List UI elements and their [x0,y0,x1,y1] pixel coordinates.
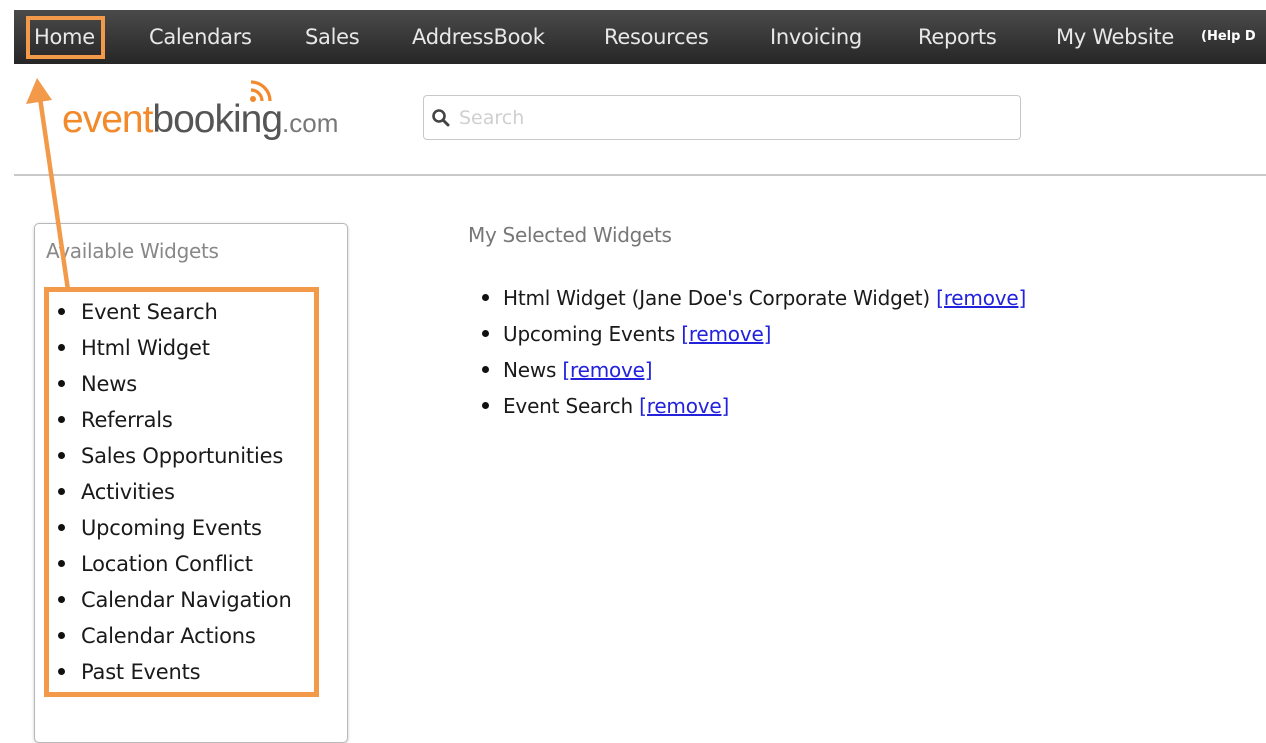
widget-label: Referrals [81,408,173,432]
list-item[interactable]: Html Widget [54,332,292,368]
list-item[interactable]: Sales Opportunities [54,440,292,476]
nav-resources[interactable]: Resources [604,10,709,64]
bullet-icon [58,487,65,495]
search-box [423,95,1021,140]
widget-label: Activities [81,480,175,504]
selected-widget-label: News [503,358,557,382]
remove-link[interactable]: [remove] [681,322,771,346]
bullet-icon [58,451,65,459]
remove-link[interactable]: [remove] [936,286,1026,310]
list-item: Event Search [remove] [478,390,1026,426]
available-widgets-list: Event Search Html Widget News Referrals … [54,296,292,692]
logo-part-com: .com [282,108,339,138]
bullet-icon [58,523,65,531]
search-input[interactable] [457,102,1011,134]
widget-label: Location Conflict [81,552,253,576]
widget-label: Upcoming Events [81,516,262,540]
list-item[interactable]: Upcoming Events [54,512,292,548]
list-item: News [remove] [478,354,1026,390]
bullet-icon [58,631,65,639]
bullet-icon [482,294,489,301]
bullet-icon [482,330,489,337]
list-item[interactable]: Referrals [54,404,292,440]
nav-invoicing[interactable]: Invoicing [770,10,862,64]
widget-label: Sales Opportunities [81,444,284,468]
selected-widget-label: Html Widget (Jane Doe's Corporate Widget… [503,286,930,310]
selected-widget-label: Upcoming Events [503,322,676,346]
bullet-icon [58,343,65,351]
list-item[interactable]: Past Events [54,656,292,692]
bullet-icon [58,667,65,675]
logo-part-booking: booking [152,98,283,141]
list-item: Html Widget (Jane Doe's Corporate Widget… [478,282,1026,318]
list-item[interactable]: Location Conflict [54,548,292,584]
nav-sales[interactable]: Sales [305,10,360,64]
nav-my-website[interactable]: My Website [1056,10,1174,64]
bullet-icon [58,415,65,423]
list-item[interactable]: News [54,368,292,404]
selected-widgets-title: My Selected Widgets [468,223,672,247]
bullet-icon [58,595,65,603]
list-item[interactable]: Activities [54,476,292,512]
list-item[interactable]: Calendar Navigation [54,584,292,620]
search-icon [432,109,450,127]
top-nav-bar: Home Calendars Sales AddressBook Resourc… [14,10,1266,64]
bullet-icon [58,379,65,387]
home-highlight-box [26,16,105,59]
remove-link[interactable]: [remove] [562,358,652,382]
logo-wordmark: eventbooking.com [62,98,338,142]
widget-label: News [81,372,137,396]
list-item: Upcoming Events [remove] [478,318,1026,354]
available-widgets-title: Available Widgets [46,239,219,263]
nav-help-link[interactable]: (Help D [1201,10,1266,64]
rss-icon [250,80,272,102]
bullet-icon [482,366,489,373]
widget-label: Past Events [81,660,201,684]
nav-addressbook[interactable]: AddressBook [412,10,545,64]
bullet-icon [58,559,65,567]
list-item[interactable]: Calendar Actions [54,620,292,656]
bullet-icon [482,402,489,409]
list-item[interactable]: Event Search [54,296,292,332]
header-divider [14,174,1266,176]
nav-calendars[interactable]: Calendars [149,10,252,64]
bullet-icon [58,307,65,315]
widget-label: Html Widget [81,336,210,360]
logo-part-event: event [62,98,153,141]
selected-widgets-list: Html Widget (Jane Doe's Corporate Widget… [478,282,1026,426]
selected-widget-label: Event Search [503,394,633,418]
eventbooking-logo[interactable]: eventbooking.com [62,80,382,154]
widget-label: Event Search [81,300,218,324]
widget-label: Calendar Actions [81,624,256,648]
remove-link[interactable]: [remove] [639,394,729,418]
widget-label: Calendar Navigation [81,588,292,612]
nav-reports[interactable]: Reports [918,10,997,64]
